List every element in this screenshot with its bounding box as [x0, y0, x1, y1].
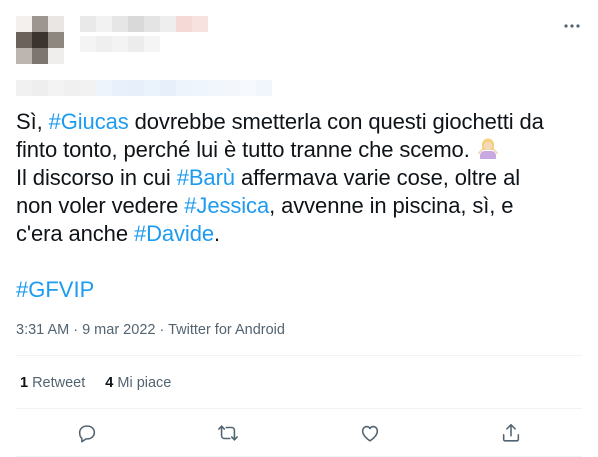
tweet-line: Sì, #Giucas dovrebbe smetterla con quest… — [16, 108, 586, 136]
tweet-stats: 1 Retweet 4 Mi piace — [20, 374, 171, 392]
divider — [16, 355, 582, 356]
tweet-text-segment: Sì, — [16, 109, 49, 134]
hashtag-link[interactable]: #Jessica — [184, 193, 269, 218]
hashtag-link[interactable]: #Davide — [134, 221, 214, 246]
tweet-text: Sì, #Giucas dovrebbe smetterla con quest… — [16, 108, 586, 248]
hashtag-gfvip[interactable]: #GFVIP — [16, 276, 94, 304]
tweet-metadata: 3:31 AM · 9 mar 2022 · Twitter for Andro… — [16, 321, 285, 339]
tweet-line: c'era anche #Davide. — [16, 220, 586, 248]
action-bar — [16, 418, 582, 448]
tweet-text-segment: . — [214, 221, 221, 246]
retweet-icon — [218, 425, 239, 441]
likes-label: Mi piace — [117, 375, 172, 391]
meta-separator: · — [155, 322, 169, 338]
retweets-label: Retweet — [32, 375, 86, 391]
tweet-time[interactable]: 3:31 AM — [16, 322, 69, 338]
meta-separator: · — [69, 322, 83, 338]
handle-redacted[interactable] — [80, 36, 160, 52]
like-button[interactable] — [352, 418, 388, 448]
tweet-line: Il discorso in cui #Barù affermava varie… — [16, 164, 586, 192]
reply-context-redacted — [16, 80, 272, 96]
like-icon — [361, 425, 378, 442]
tweet-text-segment: Il discorso in cui — [16, 165, 177, 190]
more-dots-icon — [564, 24, 580, 28]
tweet-text-segment: dovrebbe smetterla con questi giochetti … — [128, 109, 544, 134]
more-options-button[interactable] — [560, 16, 584, 36]
hashtag-link[interactable]: #Giucas — [49, 109, 129, 134]
likes-stat[interactable]: 4 Mi piace — [105, 374, 171, 392]
reply-icon — [78, 425, 95, 443]
tweet-text-segment: non voler vedere — [16, 193, 185, 218]
woman-shrugging-icon — [476, 136, 500, 160]
tweet-text-segment: , avvenne in piscina, sì, e — [269, 193, 514, 218]
hashtag-link[interactable]: #Barù — [177, 165, 235, 190]
reply-button[interactable] — [69, 418, 105, 448]
tweet-text-segment: affermava varie cose, oltre al — [234, 165, 521, 190]
share-button[interactable] — [493, 418, 529, 448]
divider — [16, 408, 582, 409]
tweet-text-segment: finto tonto, perché lui è tutto tranne c… — [16, 137, 470, 162]
share-icon — [503, 423, 520, 442]
retweets-stat[interactable]: 1 Retweet — [20, 374, 85, 392]
tweet-line: non voler vedere #Jessica, avvenne in pi… — [16, 192, 586, 220]
tweet-line: finto tonto, perché lui è tutto tranne c… — [16, 136, 586, 164]
tweet-date[interactable]: 9 mar 2022 — [82, 322, 155, 338]
retweets-count: 1 — [20, 375, 29, 391]
tweet-text-segment: c'era anche — [16, 221, 134, 246]
avatar[interactable] — [16, 16, 64, 64]
likes-count: 4 — [105, 375, 114, 391]
display-name-redacted[interactable] — [80, 16, 208, 32]
retweet-button[interactable] — [210, 418, 246, 448]
tweet-source[interactable]: Twitter for Android — [168, 322, 285, 338]
